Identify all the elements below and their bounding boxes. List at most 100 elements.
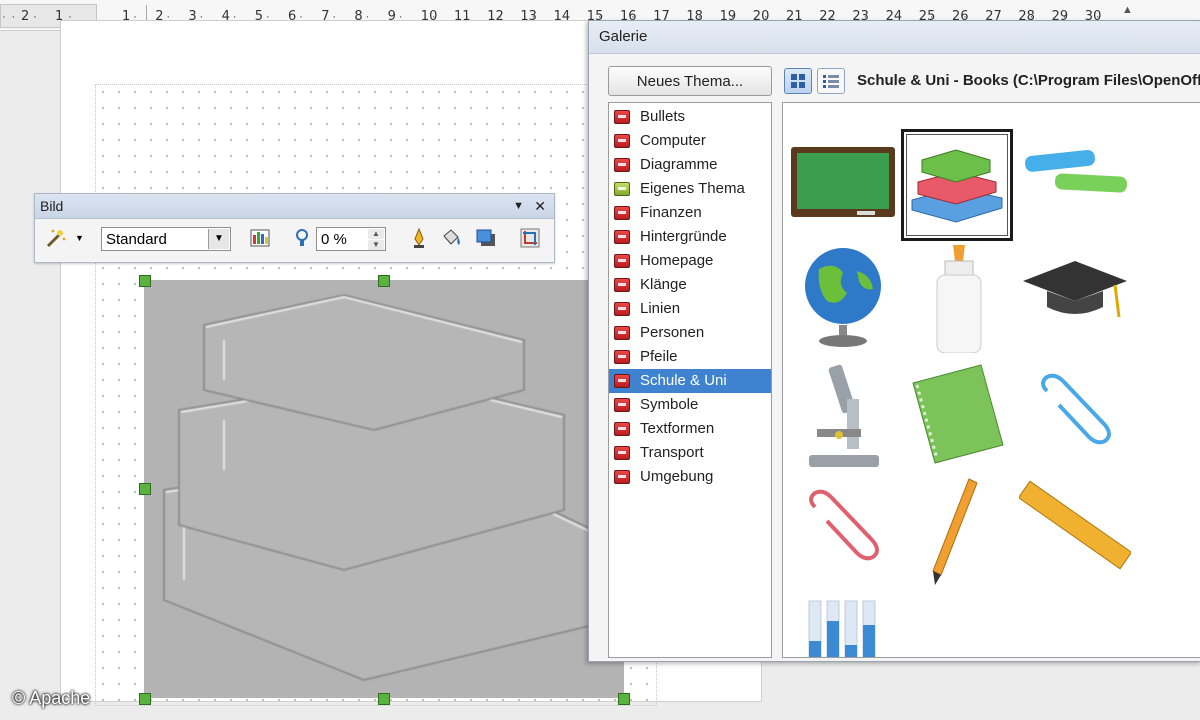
theme-item[interactable]: Linien — [609, 297, 771, 321]
theme-red-icon — [614, 302, 630, 316]
theme-item[interactable]: Computer — [609, 129, 771, 153]
paperclip-red-icon — [809, 489, 879, 561]
gallery-item-paperclip-red[interactable] — [787, 475, 899, 587]
theme-item-label: Bullets — [640, 108, 686, 125]
detail-view-button[interactable] — [817, 68, 845, 94]
copyright-credit: © Apache — [12, 688, 91, 708]
shadow-icon[interactable] — [475, 227, 497, 249]
theme-item-label: Umgebung — [640, 468, 714, 485]
picture-toolbar-titlebar[interactable]: Bild ▼ ✕ — [35, 194, 554, 219]
resize-handle-left[interactable] — [139, 483, 151, 495]
theme-item-label: Homepage — [640, 252, 714, 269]
gallery-theme-header: Schule & Uni - Books (C:\Program Files\O… — [857, 72, 1200, 89]
theme-red-icon — [614, 446, 630, 460]
grid-view-icon — [791, 74, 805, 88]
theme-item-label: Klänge — [640, 276, 687, 293]
theme-item[interactable]: Umgebung — [609, 465, 771, 489]
ruler-scroll-up-icon[interactable]: ▲ — [1122, 4, 1134, 16]
spin-up-icon[interactable]: ▲ — [368, 229, 384, 239]
theme-item[interactable]: Homepage — [609, 249, 771, 273]
selected-image-embossed-books[interactable] — [144, 280, 624, 698]
theme-red-icon — [614, 110, 630, 124]
theme-item[interactable]: Finanzen — [609, 201, 771, 225]
resize-handle-bottom[interactable] — [378, 693, 390, 705]
gallery-titlebar[interactable]: Galerie — [589, 21, 1200, 54]
theme-item[interactable]: Symbole — [609, 393, 771, 417]
theme-red-icon — [614, 254, 630, 268]
paperclip-blue-icon — [1041, 373, 1111, 445]
gallery-item-ruler[interactable] — [1017, 475, 1133, 587]
magic-wand-icon[interactable] — [44, 227, 66, 249]
pen-icon[interactable] — [408, 227, 430, 249]
new-theme-button[interactable]: Neues Thema... — [608, 66, 772, 96]
dropdown-arrow-icon[interactable]: ▼ — [208, 229, 229, 249]
theme-item[interactable]: Schule & Uni — [609, 369, 771, 393]
close-icon[interactable]: ✕ — [534, 194, 546, 218]
gallery-item-chalk[interactable] — [1019, 125, 1131, 237]
glue-icon — [936, 245, 982, 354]
theme-item[interactable]: Bullets — [609, 105, 771, 129]
paint-bucket-icon[interactable] — [440, 227, 462, 249]
resize-handle-bottom-right[interactable] — [618, 693, 630, 705]
spin-down-icon[interactable]: ▼ — [368, 240, 384, 250]
graphics-mode-value: Standard — [106, 231, 167, 248]
theme-red-icon — [614, 398, 630, 412]
gallery-item-books[interactable] — [901, 129, 1013, 241]
gallery-item-test-tubes[interactable] — [787, 591, 899, 657]
theme-green-icon — [614, 182, 630, 196]
theme-item[interactable]: Pfeile — [609, 345, 771, 369]
theme-red-icon — [614, 422, 630, 436]
toolbar-menu-icon[interactable]: ▼ — [513, 194, 524, 218]
test-tubes-icon — [808, 600, 876, 657]
list-view-icon — [823, 75, 839, 88]
theme-item[interactable]: Diagramme — [609, 153, 771, 177]
theme-item-label: Diagramme — [640, 156, 718, 173]
theme-red-icon — [614, 278, 630, 292]
transparency-spinbox[interactable]: 0 % ▲ ▼ — [316, 227, 386, 251]
theme-item[interactable]: Personen — [609, 321, 771, 345]
theme-red-icon — [614, 158, 630, 172]
theme-red-icon — [614, 206, 630, 220]
theme-item[interactable]: Textformen — [609, 417, 771, 441]
resize-handle-top[interactable] — [378, 275, 390, 287]
gallery-title: Galerie — [599, 28, 648, 45]
theme-item[interactable]: Hintergründe — [609, 225, 771, 249]
gallery-item-chalkboard[interactable] — [787, 125, 899, 237]
graphics-mode-select[interactable]: Standard ▼ — [101, 227, 231, 251]
gallery-item-graduation-cap[interactable] — [1019, 241, 1131, 353]
books-icon — [911, 149, 1003, 223]
gallery-item-glue[interactable] — [903, 241, 1015, 354]
picture-toolbar-title: Bild — [40, 198, 64, 214]
ruler-label: 2 — [21, 9, 30, 24]
picture-toolbar: Bild ▼ ✕ ▼ Standard ▼ 0 % ▲ ▼ — [34, 193, 555, 263]
gallery-item-microscope[interactable] — [787, 359, 899, 471]
chevron-down-icon[interactable]: ▼ — [75, 233, 84, 243]
embossed-books-image — [163, 293, 615, 682]
crop-icon[interactable] — [519, 227, 541, 249]
resize-handle-bottom-left[interactable] — [139, 693, 151, 705]
gallery-item-globe[interactable] — [787, 241, 899, 353]
gallery-items[interactable] — [782, 102, 1200, 658]
microscope-icon — [809, 364, 879, 467]
color-bars-icon[interactable] — [249, 227, 271, 249]
theme-item[interactable]: Transport — [609, 441, 771, 465]
theme-item-label: Symbole — [640, 396, 699, 413]
theme-item-label: Linien — [640, 300, 681, 317]
theme-red-icon — [614, 134, 630, 148]
theme-item-label: Eigenes Thema — [640, 180, 745, 197]
theme-red-icon — [614, 230, 630, 244]
theme-item[interactable]: Klänge — [609, 273, 771, 297]
resize-handle-top-left[interactable] — [139, 275, 151, 287]
chalk-icon — [1025, 149, 1128, 193]
gallery-item-pencil[interactable] — [903, 475, 1015, 587]
theme-list[interactable]: Bullets Computer Diagramme Eigenes Thema Fin… — [608, 102, 772, 658]
chalkboard-icon — [791, 147, 895, 217]
icon-view-button[interactable] — [784, 68, 812, 94]
gallery-item-paperclip-blue[interactable] — [1019, 359, 1131, 471]
gallery-item-notebook[interactable] — [903, 359, 1015, 471]
graduation-cap-icon — [1023, 261, 1127, 318]
transparency-icon[interactable] — [291, 227, 313, 249]
theme-item-label: Pfeile — [640, 348, 678, 365]
theme-item[interactable]: Eigenes Thema — [609, 177, 771, 201]
theme-item-label: Schule & Uni — [640, 372, 727, 389]
